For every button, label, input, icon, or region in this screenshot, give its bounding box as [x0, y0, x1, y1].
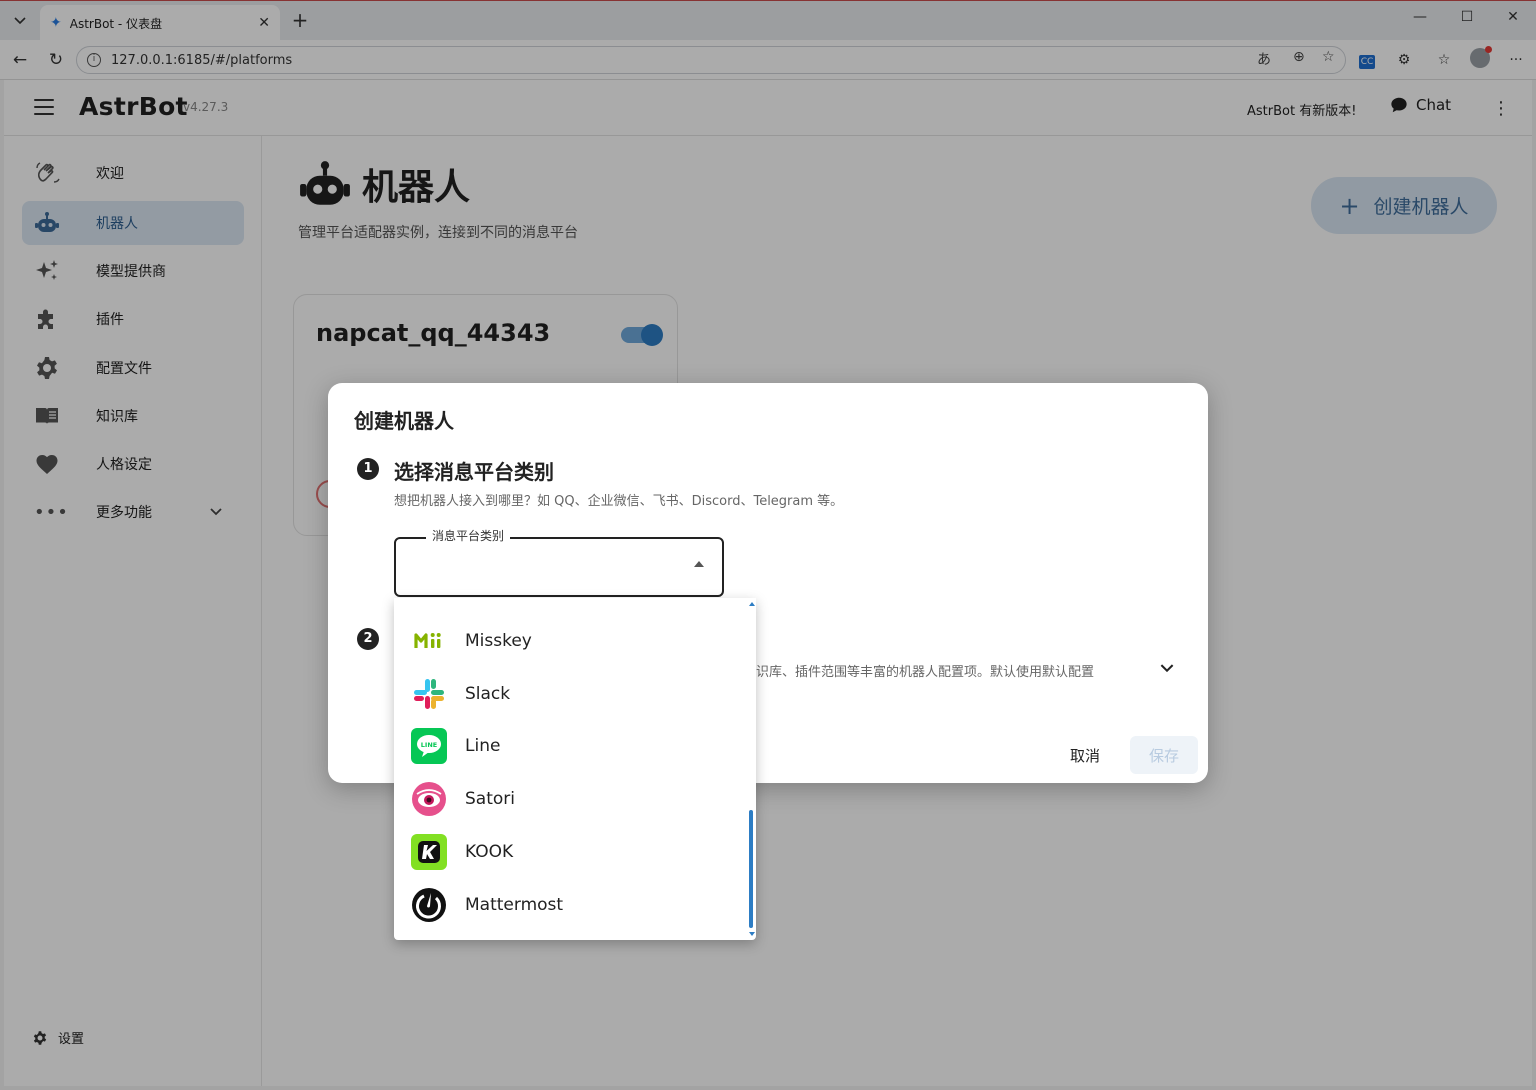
step-1-badge: 1 [357, 458, 379, 480]
menu-option-label: Line [465, 736, 501, 756]
menu-option-label: Slack [465, 684, 511, 704]
menu-option-label: Misskey [465, 631, 532, 651]
scrollbar-thumb[interactable] [749, 810, 753, 928]
misskey-logo [411, 623, 447, 659]
slack-logo [411, 676, 447, 712]
svg-text:LINE: LINE [421, 741, 437, 749]
chevron-down-icon [1160, 664, 1174, 673]
step-2-badge: 2 [357, 628, 379, 650]
menu-option-kook[interactable]: KOOK [394, 826, 744, 878]
save-button[interactable]: 保存 [1130, 736, 1198, 774]
satori-logo [411, 781, 447, 817]
mattermost-logo [411, 887, 447, 923]
menu-option-misskey[interactable]: Misskey [394, 615, 744, 667]
menu-option-label: KOOK [465, 842, 514, 862]
menu-scrollbar[interactable] [746, 598, 756, 940]
step-1-description: 想把机器人接入到哪里？如 QQ、企业微信、飞书、Discord、Telegram… [394, 494, 844, 509]
scroll-down-icon[interactable] [749, 932, 755, 936]
menu-option-label: Satori [465, 789, 515, 809]
caret-up-icon [694, 561, 704, 567]
menu-option-line[interactable]: LINE Line [394, 720, 744, 772]
menu-option-satori[interactable]: Satori [394, 773, 744, 825]
dialog-title: 创建机器人 [354, 409, 454, 433]
platform-type-label: 消息平台类别 [426, 527, 511, 544]
step-2-description: 识库、插件范围等丰富的机器人配置项。默认使用默认配置 [756, 665, 1095, 680]
step-1-title: 选择消息平台类别 [394, 460, 554, 484]
cancel-button[interactable]: 取消 [1070, 745, 1100, 766]
platform-type-select[interactable]: 消息平台类别 [394, 527, 724, 597]
scroll-up-icon[interactable] [749, 602, 755, 606]
step-2-expand-button[interactable] [1160, 661, 1174, 677]
menu-option-slack[interactable]: Slack [394, 668, 744, 720]
line-logo: LINE [411, 728, 447, 764]
platform-type-menu: Misskey Slack LINE Line Satori KOOK Matt… [394, 598, 756, 940]
menu-option-mattermost[interactable]: Mattermost [394, 879, 744, 931]
kook-logo [411, 834, 447, 870]
menu-option-label: Mattermost [465, 895, 564, 915]
